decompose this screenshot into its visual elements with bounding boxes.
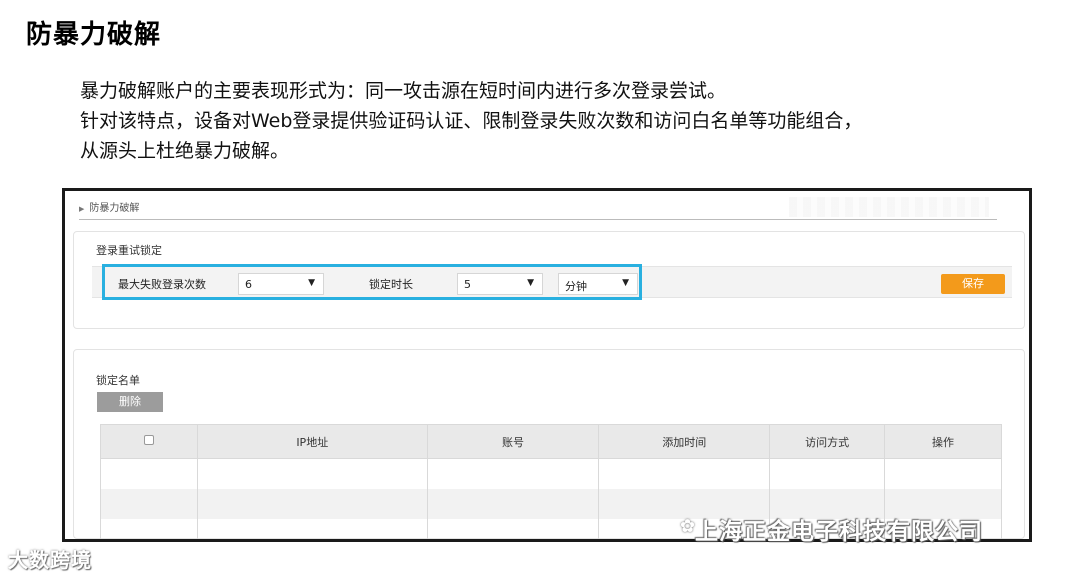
breadcrumb-label: 防暴力破解 [89, 203, 140, 214]
table-row [100, 458, 1002, 489]
column-header-added-time: 添加时间 [598, 424, 771, 459]
ui-screenshot: ▶ 防暴力破解 登录重试锁定 最大失败登录次数 6 ▼ 锁定时长 5 ▼ 分钟 ▼… [62, 188, 1032, 542]
brand-watermark: 上海正金电子科技有限公司 [695, 519, 983, 545]
column-header-ip: IP地址 [196, 424, 428, 459]
description: 暴力破解账户的主要表现形式为：同一攻击源在短时间内进行多次登录尝试。 针对该特点… [80, 76, 1060, 166]
description-line: 从源头上杜绝暴力破解。 [80, 140, 290, 162]
column-header-access-method: 访问方式 [769, 424, 886, 459]
retry-lock-panel: 登录重试锁定 最大失败登录次数 6 ▼ 锁定时长 5 ▼ 分钟 ▼ 保存 [73, 231, 1025, 329]
save-button[interactable]: 保存 [941, 274, 1005, 294]
delete-button[interactable]: 删除 [97, 392, 163, 412]
table-header-row: IP地址 账号 添加时间 访问方式 操作 [100, 424, 1002, 459]
panel-title: 登录重试锁定 [96, 244, 162, 257]
column-header-action: 操作 [884, 424, 1002, 459]
select-all-cell [100, 424, 198, 459]
panel-title: 锁定名单 [96, 374, 140, 387]
wechat-icon: ✿ [680, 516, 696, 537]
column-header-account: 账号 [426, 424, 600, 459]
description-line: 暴力破解账户的主要表现形式为：同一攻击源在短时间内进行多次登录尝试。 [80, 80, 727, 102]
select-all-checkbox[interactable] [143, 435, 154, 445]
divider [79, 219, 997, 220]
slide-title: 防暴力破解 [26, 20, 162, 50]
description-line: 针对该特点，设备对Web登录提供验证码认证、限制登录失败次数和访问白名单等功能组… [80, 110, 863, 132]
background-decoration [789, 197, 989, 217]
caret-right-icon: ▶ [79, 205, 85, 213]
source-watermark: 大数跨境 [8, 548, 92, 572]
lock-list-panel: 锁定名单 删除 IP地址 账号 添加时间 访问方式 操作 [73, 349, 1025, 539]
highlight-box [102, 264, 642, 300]
breadcrumb[interactable]: ▶ 防暴力破解 [79, 199, 139, 214]
